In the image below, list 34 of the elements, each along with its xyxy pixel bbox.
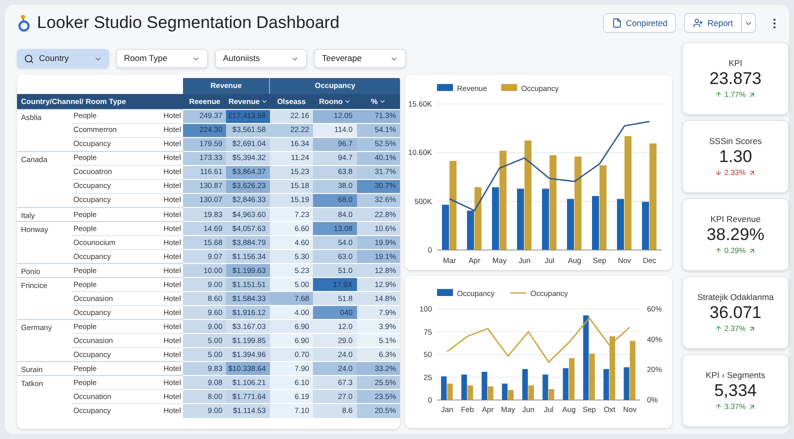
down-arrow-icon [715, 169, 722, 176]
kpi-title: SSSin Scores [709, 134, 762, 148]
trend-arrow-icon [748, 402, 756, 411]
document-button[interactable]: Conpireted [602, 13, 676, 33]
dashboard-title: Looker Studio Segmentation Dashboard [37, 12, 340, 34]
trend-arrow-icon [748, 90, 756, 99]
filter-dropdown[interactable]: Room Type [116, 49, 208, 68]
sort-icon [260, 98, 268, 105]
search-icon [24, 54, 34, 64]
sort-icon [344, 98, 351, 105]
kpi-title: KPI › Segments [706, 368, 766, 382]
up-arrow-icon [715, 91, 722, 98]
up-arrow-icon [715, 247, 722, 254]
kpi-value: 5,334 [714, 381, 757, 402]
sort-icon [378, 98, 386, 105]
add-person-icon [693, 18, 704, 28]
logo-icon [17, 13, 31, 33]
filter-dropdown[interactable]: Autoniists [215, 49, 307, 68]
kpi-value: 23.873 [710, 69, 762, 90]
kpi-title: KPI [728, 56, 742, 70]
report-button[interactable]: Report [684, 13, 742, 33]
trend-arrow-icon [748, 324, 756, 333]
kpi-value: 38.29% [706, 225, 764, 246]
kpi-title: KPI Revenue [710, 212, 761, 226]
up-arrow-icon [715, 403, 722, 410]
document-icon [612, 18, 622, 28]
kpi-value: 36.071 [710, 303, 762, 324]
filter-dropdown[interactable]: Teeverape [314, 49, 406, 68]
trend-arrow-icon [748, 168, 756, 177]
kpi-value: 1.30 [718, 147, 752, 168]
up-arrow-icon [715, 325, 722, 332]
filter-dropdown[interactable]: Country [17, 49, 109, 68]
kpi-title: Stratejik Odaklanma [697, 290, 774, 304]
trend-arrow-icon [748, 246, 756, 255]
